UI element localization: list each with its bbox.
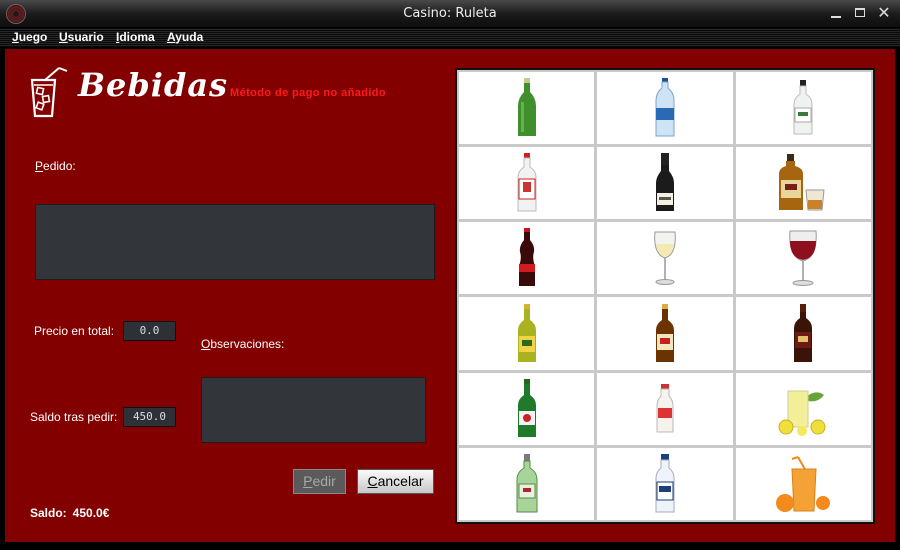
drink-cell-orange-juice[interactable] bbox=[733, 445, 873, 522]
minimize-icon bbox=[831, 16, 841, 18]
green-beer-bottle-icon bbox=[517, 378, 536, 437]
orange-juice-icon bbox=[776, 455, 831, 512]
maximize-icon bbox=[855, 8, 865, 17]
menu-juego[interactable]: Juego bbox=[12, 30, 47, 44]
champagne-bottle-icon bbox=[655, 153, 674, 212]
drink-cell-whisky[interactable] bbox=[733, 145, 873, 222]
drink-cell-green-bottle[interactable] bbox=[456, 69, 597, 147]
observaciones-label: Observaciones: bbox=[201, 337, 285, 351]
lemonade-glass-icon bbox=[778, 390, 826, 436]
tonic-bottle-icon bbox=[655, 453, 675, 513]
whisky-bottle-glass-icon bbox=[779, 154, 825, 211]
precio-label: Precio en total: bbox=[34, 324, 115, 338]
drink-cell-water[interactable] bbox=[595, 69, 735, 147]
cocktail-glass-icon bbox=[30, 67, 68, 118]
gin-bottle-icon bbox=[517, 153, 537, 212]
drink-cell-tonic[interactable] bbox=[595, 445, 735, 522]
drinks-grid bbox=[455, 68, 875, 524]
window-title: Casino: Ruleta bbox=[403, 6, 497, 21]
drink-cell-cola[interactable] bbox=[456, 220, 597, 297]
pedir-button[interactable]: Pedir bbox=[293, 469, 346, 494]
drink-cell-dark-rum[interactable] bbox=[733, 295, 873, 372]
precio-field[interactable]: 0.0 bbox=[123, 321, 176, 341]
menu-bar: Juego Usuario Idioma Ayuda bbox=[0, 28, 900, 48]
amber-beer-bottle-icon bbox=[655, 303, 674, 362]
milk-bottle-icon bbox=[656, 383, 674, 433]
pedido-textarea[interactable] bbox=[35, 204, 435, 280]
drink-cell-lemonade[interactable] bbox=[733, 370, 873, 447]
water-bottle-icon bbox=[655, 78, 675, 137]
drink-cell-amber-beer[interactable] bbox=[595, 295, 735, 372]
cancelar-button[interactable]: Cancelar bbox=[357, 469, 434, 494]
tanqueray-bottle-icon bbox=[516, 453, 538, 513]
lager-bottle-icon bbox=[517, 303, 536, 362]
white-wine-glass-icon bbox=[654, 231, 676, 286]
maximize-button[interactable] bbox=[850, 3, 870, 23]
saldo-tras-field[interactable]: 450.0 bbox=[123, 407, 176, 427]
close-button[interactable]: ✕ bbox=[874, 3, 894, 23]
drink-cell-milk[interactable] bbox=[595, 370, 735, 447]
observaciones-textarea[interactable] bbox=[201, 377, 426, 443]
minimize-button[interactable] bbox=[826, 3, 846, 23]
green-bottle-icon bbox=[517, 78, 536, 137]
cola-bottle-icon bbox=[518, 228, 535, 287]
dark-rum-bottle-icon bbox=[794, 303, 813, 362]
drink-cell-lager[interactable] bbox=[456, 295, 597, 372]
pedido-label: Pedido: bbox=[35, 159, 76, 173]
drink-cell-green-beer[interactable] bbox=[456, 370, 597, 447]
saldo-tras-label: Saldo tras pedir: bbox=[30, 410, 118, 424]
menu-idioma[interactable]: Idioma bbox=[116, 30, 155, 44]
page-title: Bebidas bbox=[78, 66, 229, 104]
drink-cell-white-rum[interactable] bbox=[733, 69, 873, 147]
menu-usuario[interactable]: Usuario bbox=[59, 30, 104, 44]
close-icon: ✕ bbox=[877, 3, 891, 22]
white-rum-bottle-icon bbox=[793, 80, 813, 135]
saldo-label: Saldo: bbox=[30, 506, 67, 520]
drink-cell-champagne[interactable] bbox=[595, 145, 735, 222]
title-bar: Casino: Ruleta ✕ bbox=[0, 0, 900, 28]
drink-cell-red-wine[interactable] bbox=[733, 220, 873, 297]
saldo-display: Saldo: 450.0€ bbox=[30, 506, 115, 520]
saldo-value: 450.0€ bbox=[72, 506, 110, 520]
window-bottom-border bbox=[0, 542, 900, 550]
menu-ayuda[interactable]: Ayuda bbox=[167, 30, 203, 44]
payment-warning: Método de pago no añadido bbox=[230, 87, 387, 99]
drink-cell-gin[interactable] bbox=[456, 145, 597, 222]
red-wine-glass-icon bbox=[789, 230, 818, 287]
drink-cell-white-wine[interactable] bbox=[595, 220, 735, 297]
drink-cell-tanqueray[interactable] bbox=[456, 445, 597, 522]
